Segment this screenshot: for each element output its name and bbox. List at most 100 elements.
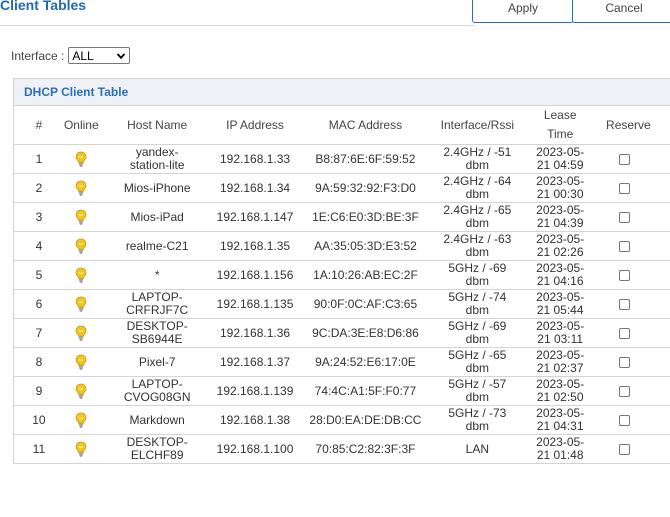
online-status — [63, 347, 99, 377]
online-status — [63, 231, 99, 261]
panel-header: DHCP Client Table — [14, 79, 670, 106]
host-name: Pixel-7 — [98, 347, 216, 377]
lightbulb-icon — [75, 267, 87, 283]
col-mac: MAC Address — [294, 106, 437, 145]
interface-filter: Interface : ALL — [11, 47, 131, 64]
lease-time: 2023-05- 21 02:50 — [518, 376, 603, 406]
ip-address: 192.168.1.139 — [215, 376, 295, 406]
reserve-cell — [602, 318, 670, 348]
online-status — [63, 260, 99, 290]
cancel-button[interactable]: Cancel — [572, 0, 670, 23]
ip-address: 192.168.1.37 — [215, 347, 295, 377]
lease-time: 2023-05- 21 03:11 — [518, 318, 603, 348]
interface-label: Interface : — [11, 48, 65, 63]
table-row: 8 Pixel-7 192.168.1.37 9A:24:52:E6:17:0E 5GH… — [14, 347, 670, 377]
ip-address: 192.168.1.38 — [215, 405, 295, 435]
host-name: Markdown — [98, 405, 216, 435]
mac-address: 74:4C:A1:5F:F0:77 — [294, 376, 437, 406]
online-status — [64, 435, 99, 464]
row-num: 7 — [14, 318, 64, 348]
apply-button[interactable]: Apply — [472, 0, 574, 23]
reserve-checkbox[interactable] — [619, 327, 631, 339]
reserve-cell — [602, 347, 670, 377]
interface-rssi: 5GHz / -69 dbm — [436, 318, 519, 348]
mac-address: AA:35:05:3D:E3:52 — [294, 231, 437, 261]
reserve-cell — [602, 289, 670, 319]
mac-address: 9C:DA:3E:E8:D6:86 — [294, 318, 437, 348]
online-status — [63, 202, 99, 232]
lightbulb-icon — [75, 354, 87, 370]
lightbulb-icon — [75, 151, 87, 167]
reserve-checkbox[interactable] — [619, 269, 631, 281]
interface-rssi: 2.4GHz / -65 dbm — [436, 202, 519, 232]
reserve-checkbox[interactable] — [619, 443, 631, 455]
lease-time: 2023-05- 21 04:16 — [518, 260, 603, 290]
mac-address: 90:0F:0C:AF:C3:65 — [294, 289, 437, 319]
reserve-cell — [602, 202, 670, 232]
ip-address: 192.168.1.33 — [215, 144, 295, 174]
host-name: LAPTOP- CRFRJF7C — [98, 289, 216, 319]
reserve-checkbox[interactable] — [619, 356, 631, 368]
col-interface: Interface/Rssi — [436, 106, 519, 145]
host-name: LAPTOP- CVOG08GN — [98, 376, 216, 406]
online-status — [63, 405, 99, 435]
lease-time: 2023-05- 21 04:31 — [518, 405, 603, 435]
reserve-checkbox[interactable] — [619, 385, 631, 397]
interface-rssi: 5GHz / -57 dbm — [436, 376, 519, 406]
page-title: Client Tables — [0, 0, 87, 13]
dhcp-client-table: # Online Host Name IP Address MAC Addres… — [14, 106, 670, 463]
ip-address: 192.168.1.135 — [215, 289, 295, 319]
interface-rssi: 2.4GHz / -64 dbm — [436, 173, 519, 203]
mac-address: 70:85:C2:82:3F:3F — [315, 441, 416, 456]
ip-address: 192.168.1.35 — [215, 231, 295, 261]
reserve-cell — [602, 260, 670, 290]
panel-title: DHCP Client Table — [24, 85, 129, 99]
online-status — [63, 289, 99, 319]
interface-rssi: 2.4GHz / -51 dbm — [436, 144, 519, 174]
reserve-checkbox[interactable] — [619, 414, 631, 426]
table-row: 5 * 192.168.1.156 1A:10:26:AB:EC:2F 5GHz / -… — [14, 260, 670, 290]
row-num: 8 — [14, 347, 64, 377]
reserve-checkbox[interactable] — [619, 182, 631, 194]
reserve-cell — [602, 144, 670, 174]
lightbulb-icon — [75, 412, 87, 428]
mac-address: 1E:C6:E0:3D:BE:3F — [294, 202, 437, 232]
table-row: 11 DESKTOP- ELCHF89 192.168.1.100 70:85:C2:… — [14, 435, 670, 464]
table-row: 10 Markdown 192.168.1.38 28:D0:EA:DE:DB:CC 5… — [14, 405, 670, 435]
reserve-checkbox[interactable] — [619, 240, 631, 252]
reserve-checkbox[interactable] — [619, 153, 631, 165]
col-lease-line1: Lease — [543, 108, 577, 122]
lease-time: 2023-05- 21 02:37 — [518, 347, 603, 377]
reserve-checkbox[interactable] — [619, 298, 631, 310]
interface-rssi: 5GHz / -69 dbm — [436, 260, 519, 290]
online-status — [63, 173, 99, 203]
lease-time: 2023-05- 21 01:48 — [536, 435, 585, 462]
lightbulb-icon — [75, 180, 87, 196]
interface-rssi: 5GHz / -73 dbm — [436, 405, 519, 435]
host-name: DESKTOP- SB6944E — [98, 318, 216, 348]
col-host: Host Name — [98, 106, 216, 145]
table-row: 3 Mios-iPad 192.168.1.147 1E:C6:E0:3D:BE:3F… — [14, 202, 670, 232]
interface-selected-value: ALL — [72, 48, 94, 63]
host-name: Mios-iPhone — [98, 173, 216, 203]
col-reserve: Reserve — [602, 106, 670, 145]
dhcp-client-panel: DHCP Client Table # Online Host Name IP … — [13, 78, 670, 464]
host-name: realme-C21 — [98, 231, 216, 261]
interface-rssi: 2.4GHz / -63 dbm — [436, 231, 519, 261]
ip-address: 192.168.1.100 — [216, 441, 294, 456]
mac-address: 9A:24:52:E6:17:0E — [294, 347, 437, 377]
reserve-cell — [602, 435, 670, 464]
mac-address: B8:87:6E:6F:59:52 — [294, 144, 437, 174]
col-lease-line2: Time — [547, 127, 574, 141]
mac-address: 9A:59:32:92:F3:D0 — [294, 173, 437, 203]
reserve-checkbox[interactable] — [619, 211, 631, 223]
mac-address: 1A:10:26:AB:EC:2F — [294, 260, 437, 290]
lease-time: 2023-05- 21 02:26 — [518, 231, 603, 261]
table-row: 6 LAPTOP- CRFRJF7C 192.168.1.135 90:0F:0C:A… — [14, 289, 670, 319]
row-num: 11 — [32, 441, 46, 456]
host-name: Mios-iPad — [98, 202, 216, 232]
ip-address: 192.168.1.156 — [215, 260, 295, 290]
interface-select[interactable]: ALL — [68, 47, 131, 64]
lease-time: 2023-05- 21 00:30 — [518, 173, 603, 203]
online-status — [63, 376, 99, 406]
